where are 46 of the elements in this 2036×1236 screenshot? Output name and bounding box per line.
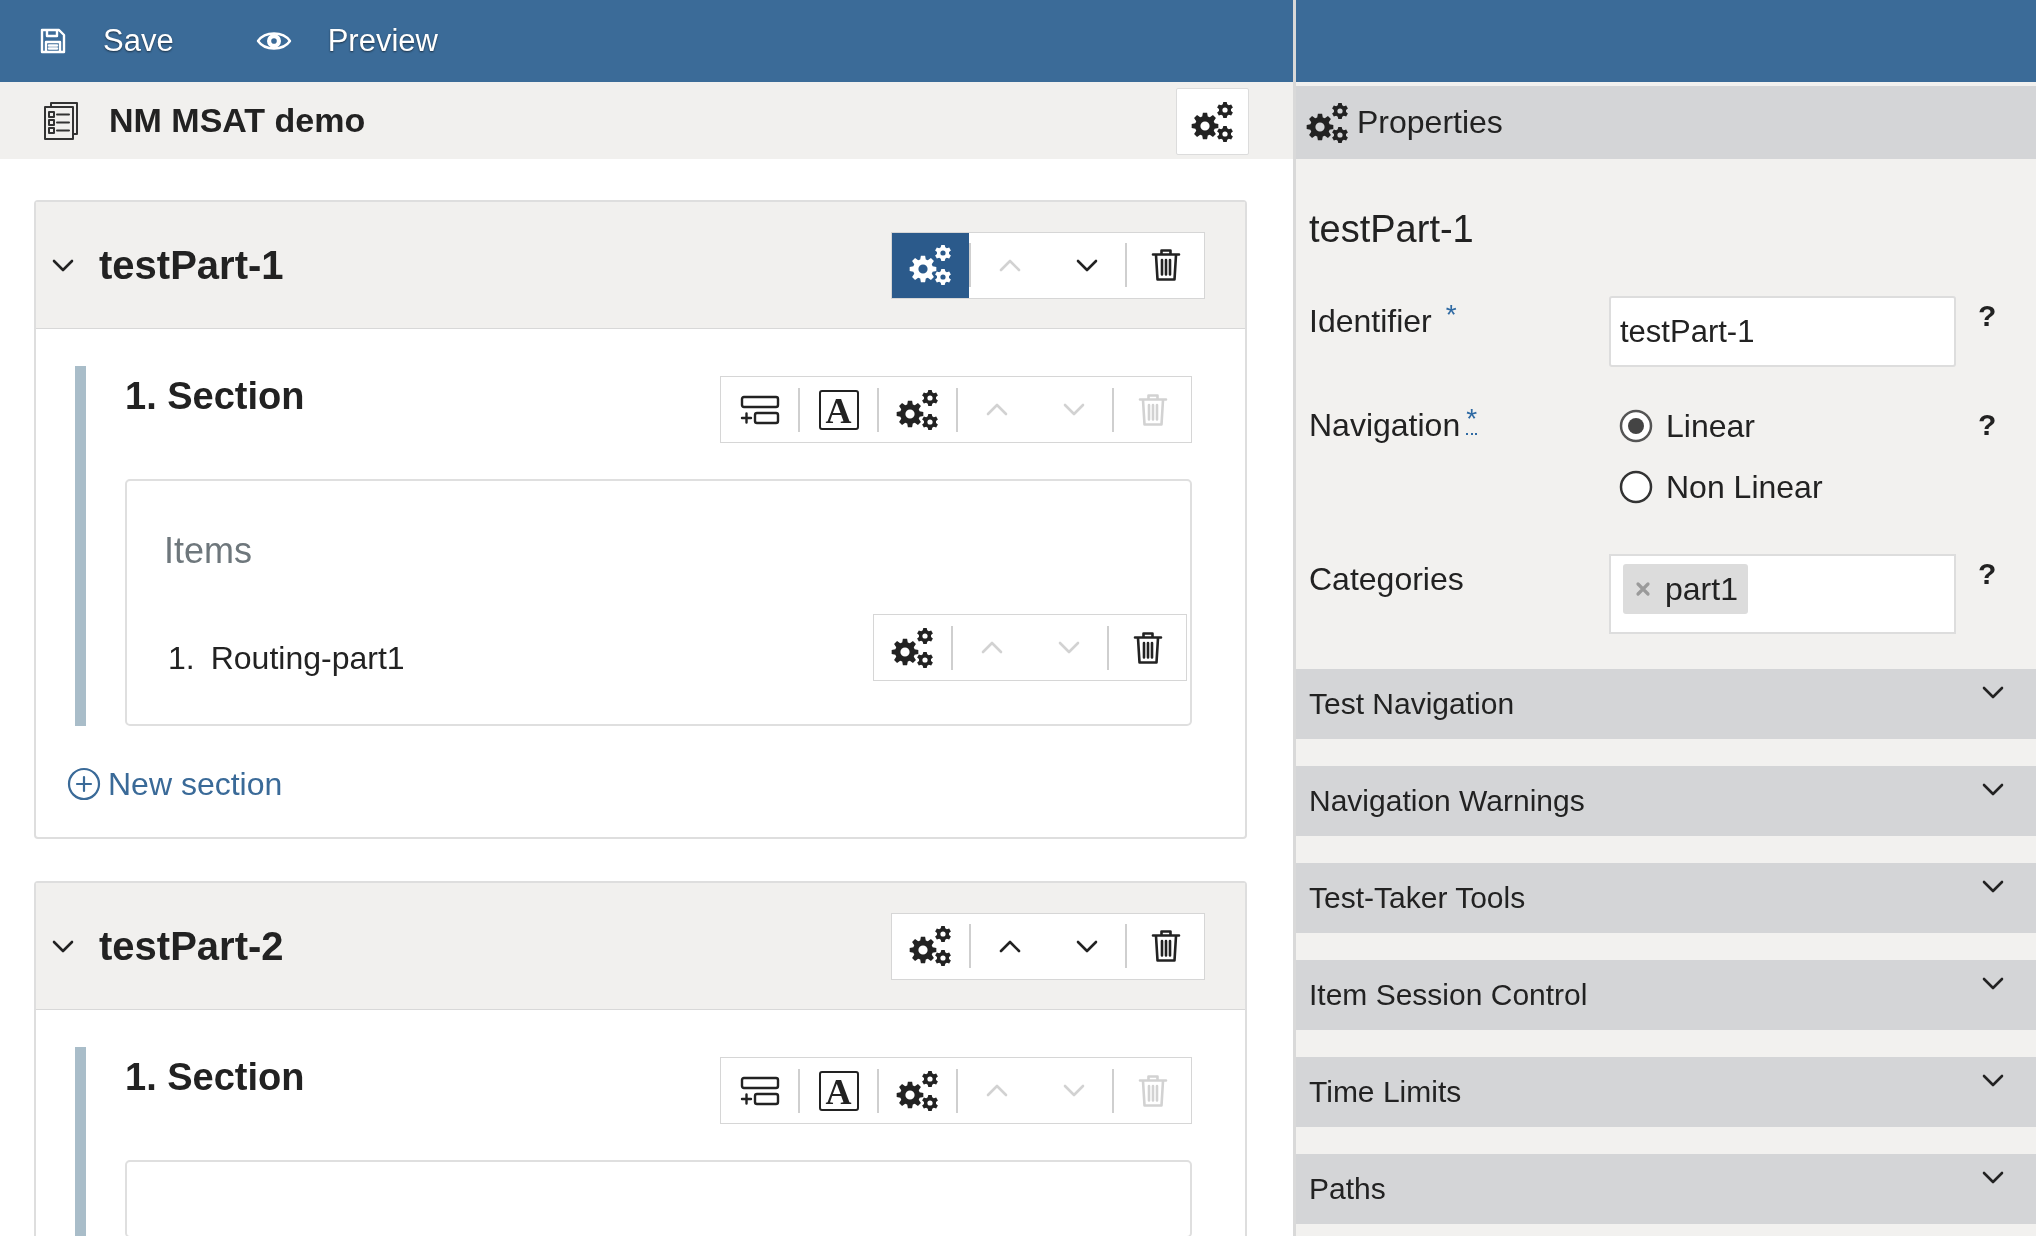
item-label: Routing-part1 — [210, 638, 405, 678]
item-number: 1. — [168, 638, 195, 678]
part-title: testPart-1 — [99, 242, 284, 288]
help-mark[interactable]: ? — [1978, 296, 1997, 336]
plus-circle-icon — [67, 767, 101, 801]
section-title: 1. Section — [125, 1055, 305, 1100]
accordion-header[interactable]: Test Navigation — [1296, 669, 2036, 739]
test-title: NM MSAT demo — [109, 101, 366, 140]
new-section-link[interactable]: New section — [67, 764, 283, 804]
text-block-button[interactable]: A — [800, 1058, 877, 1123]
field-label: Categories — [1309, 560, 1464, 599]
radio-option[interactable]: Non Linear — [1609, 466, 1823, 508]
field-label: Navigation — [1309, 406, 1461, 445]
properties-heading: testPart-1 — [1309, 207, 1474, 252]
eye-icon — [255, 29, 292, 53]
document-list-icon — [43, 100, 79, 141]
settings-button[interactable] — [892, 232, 969, 298]
tags-field[interactable]: part1 — [1609, 554, 1956, 634]
text-field[interactable]: testPart-1 — [1609, 296, 1956, 367]
accordion-header[interactable]: Navigation Warnings — [1296, 766, 2036, 836]
required-mark: * — [1445, 301, 1457, 329]
part-title: testPart-2 — [99, 923, 284, 969]
chevron-down-icon[interactable] — [52, 939, 74, 953]
accordion-header[interactable]: Test-Taker Tools — [1296, 863, 2036, 933]
accordion-header[interactable]: Paths — [1296, 1154, 2036, 1224]
items-heading: Items — [164, 529, 252, 573]
settings-button[interactable] — [1176, 88, 1249, 155]
accordion-header[interactable]: Item Session Control — [1296, 960, 2036, 1030]
save-icon — [39, 27, 67, 55]
field-label: Identifier — [1309, 302, 1432, 341]
help-mark[interactable]: ? — [1978, 405, 1997, 445]
required-mark: * — [1466, 405, 1478, 435]
panel-title: Properties — [1357, 104, 1503, 141]
save-button[interactable]: Save — [39, 23, 174, 59]
settings-icon — [1191, 100, 1234, 143]
radio-icon[interactable] — [1619, 470, 1653, 504]
settings-icon — [1306, 101, 1349, 144]
radio-option[interactable]: Linear — [1609, 405, 1755, 447]
radio-icon[interactable] — [1619, 409, 1653, 443]
text-block-button[interactable]: A — [800, 377, 877, 442]
accordion-header[interactable]: Time Limits — [1296, 1057, 2036, 1127]
tag-label: part1 — [1665, 570, 1738, 608]
preview-button[interactable]: Preview — [255, 23, 438, 59]
chevron-down-icon[interactable] — [52, 258, 74, 272]
help-mark[interactable]: ? — [1978, 554, 1997, 594]
section-title: 1. Section — [125, 374, 305, 419]
